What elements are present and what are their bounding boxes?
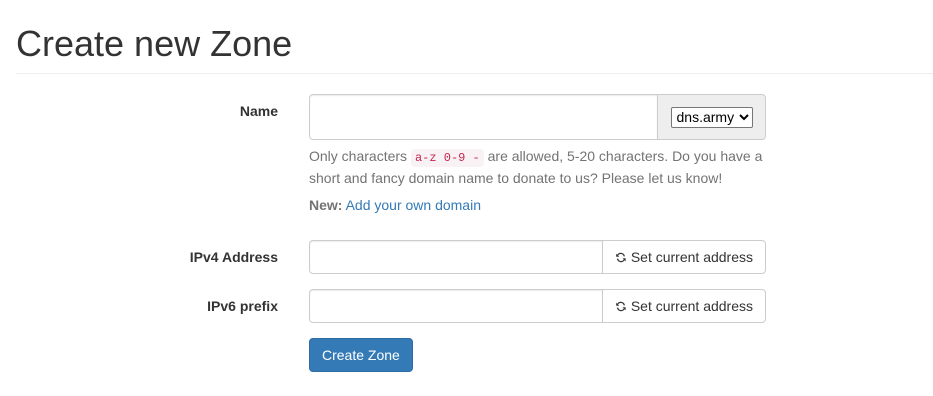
ipv4-input[interactable] bbox=[309, 240, 603, 274]
ipv4-set-current-label: Set current address bbox=[630, 249, 753, 265]
refresh-icon bbox=[616, 301, 626, 311]
ipv6-label: IPv6 prefix bbox=[207, 298, 278, 314]
create-zone-button[interactable]: Create Zone bbox=[309, 338, 413, 372]
title-divider bbox=[16, 73, 933, 74]
help-prefix: Only characters bbox=[309, 148, 411, 164]
ipv6-input-group: Set current address bbox=[309, 289, 766, 323]
name-input-group: dns.army bbox=[309, 94, 766, 140]
new-domain-line: New: Add your own domain bbox=[309, 195, 481, 215]
ipv4-set-current-button[interactable]: Set current address bbox=[602, 240, 766, 274]
zone-name-input[interactable] bbox=[309, 94, 658, 140]
ipv6-set-current-button[interactable]: Set current address bbox=[602, 289, 766, 323]
domain-select[interactable]: dns.army bbox=[670, 106, 753, 128]
name-label: Name bbox=[239, 103, 278, 119]
page-title: Create new Zone bbox=[16, 23, 293, 64]
name-help-text: Only characters a-z 0-9 - are allowed, 5… bbox=[309, 146, 769, 188]
ipv4-input-group: Set current address bbox=[309, 240, 766, 274]
ipv4-label: IPv4 Address bbox=[189, 249, 278, 265]
new-label: New: bbox=[309, 197, 343, 213]
add-own-domain-link[interactable]: Add your own domain bbox=[346, 197, 481, 213]
refresh-icon bbox=[616, 252, 626, 262]
ipv6-input[interactable] bbox=[309, 289, 603, 323]
domain-addon: dns.army bbox=[658, 94, 766, 140]
allowed-characters-code: a-z 0-9 - bbox=[410, 149, 484, 167]
ipv6-set-current-label: Set current address bbox=[630, 298, 753, 314]
